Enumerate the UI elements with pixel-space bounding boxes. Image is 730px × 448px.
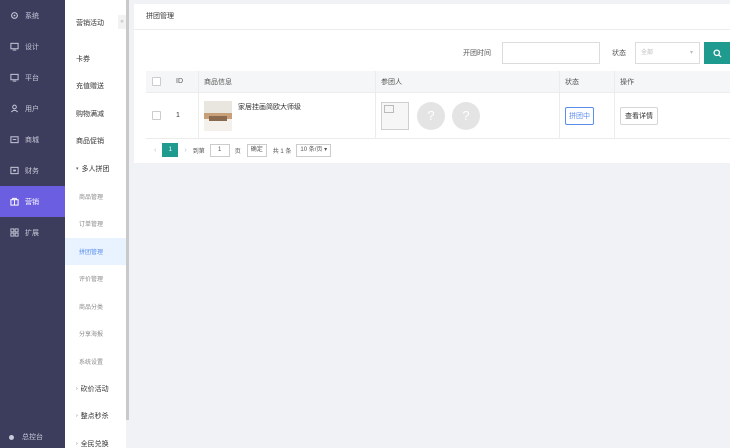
status-select[interactable]: 全部 ▾ (635, 42, 700, 64)
status-badge: 拼团中 (565, 106, 594, 125)
nav-item-system[interactable]: 系统 (0, 0, 65, 31)
select-all-checkbox[interactable] (151, 77, 161, 86)
page-title: 拼团管理 (134, 4, 730, 30)
avatar-placeholder-icon: ? (417, 101, 445, 130)
next-page-icon[interactable]: › (184, 147, 186, 154)
subnav-item-goods-category[interactable]: 商品分类 (65, 293, 126, 321)
avatar-placeholder-icon: ? (452, 101, 480, 130)
group-table: ID 商品信息 参团人 状态 操作 1 家居挂画简欧大师级 ? ? 拼团中 查看… (146, 71, 730, 161)
nav-label: 平台 (25, 74, 39, 82)
view-detail-button[interactable]: 查看详情 (620, 106, 658, 125)
chevron-down-icon: ▾ (324, 146, 328, 153)
filter-bar: 开团时间 状态 全部 ▾ (134, 42, 730, 64)
nav-item-user[interactable]: 用户 (0, 93, 65, 124)
dot-icon (9, 434, 14, 440)
marketing-icon (9, 197, 19, 207)
monitor-icon (9, 73, 19, 83)
table-header: ID 商品信息 参团人 状态 操作 (146, 71, 730, 93)
time-range-input[interactable] (502, 42, 600, 64)
subnav-item-flash-sale[interactable]: › 整点秒杀 (65, 403, 126, 431)
total-count: 共 1 条 (272, 148, 292, 155)
page-unit: 页 (234, 148, 241, 155)
nav-label: 用户 (25, 105, 39, 113)
gear-icon (9, 11, 19, 21)
main-sidebar: 系统 设计 平台 用户 商城 财务 营销 扩展 总控台 (0, 0, 65, 448)
console-label: 总控台 (22, 434, 43, 441)
goods-thumbnail[interactable] (204, 101, 232, 131)
nav-label: 设计 (25, 43, 39, 51)
subnav-item-recharge[interactable]: 充值赠送 (65, 73, 126, 101)
col-id: ID (176, 78, 183, 85)
nav-item-shop[interactable]: 商城 (0, 124, 65, 155)
avatar (381, 101, 409, 130)
collapse-icon[interactable]: « (118, 15, 126, 29)
prev-page-icon[interactable]: ‹ (154, 147, 156, 154)
subnav-item-settings[interactable]: 系统设置 (65, 348, 126, 376)
row-checkbox[interactable] (151, 111, 161, 120)
nav-item-design[interactable]: 设计 (0, 31, 65, 62)
shop-icon (9, 135, 19, 145)
subnav-item-group-manage[interactable]: 拼团管理 (65, 237, 126, 265)
user-icon (9, 104, 19, 114)
nav-item-extend[interactable]: 扩展 (0, 217, 65, 248)
nav-label: 营销 (25, 198, 39, 206)
nav-label: 财务 (25, 167, 39, 175)
nav-console-link[interactable]: 总控台 (0, 426, 65, 448)
chevron-right-icon: › (76, 413, 78, 420)
subnav-item-review-manage[interactable]: 评价管理 (65, 265, 126, 293)
time-label: 开团时间 (463, 50, 491, 57)
search-button[interactable] (704, 42, 730, 64)
nav-label: 系统 (25, 12, 39, 20)
search-icon (712, 48, 722, 58)
pagination: ‹ 1 › 到第 1 页 确定 共 1 条 10 条/页 ▾ (146, 139, 730, 161)
subnav-item-promotion[interactable]: 商品促销 (65, 128, 126, 156)
subnav-item-group-buy[interactable]: ▾ 多人拼团 (65, 155, 126, 183)
subnav-item-full-reduction[interactable]: 购物满减 (65, 100, 126, 128)
nav-label: 扩展 (25, 229, 39, 237)
subnav-title[interactable]: 营销活动 (65, 0, 126, 45)
monitor-icon (9, 42, 19, 52)
goto-confirm-button[interactable]: 确定 (246, 143, 267, 157)
nav-item-marketing[interactable]: 营销 (0, 186, 65, 217)
page-number-current[interactable]: 1 (162, 143, 179, 157)
chevron-right-icon: › (76, 385, 78, 392)
nav-item-finance[interactable]: 财务 (0, 155, 65, 186)
group-manage-card: 拼团管理 开团时间 状态 全部 ▾ ID 商品信息 参团人 状态 操作 1 家居… (134, 4, 730, 163)
goto-label: 到第 (192, 148, 205, 155)
goods-name: 家居挂画简欧大师级 (238, 104, 301, 111)
chevron-down-icon: ▾ (689, 50, 693, 56)
subnav-item-goods-manage[interactable]: 商品管理 (65, 183, 126, 211)
sub-sidebar: 营销活动 « 卡券 充值赠送 购物满减 商品促销 ▾ 多人拼团 商品管理 订单管理… (65, 0, 126, 448)
nav-item-platform[interactable]: 平台 (0, 62, 65, 93)
table-row: 1 家居挂画简欧大师级 ? ? 拼团中 查看详情 (146, 93, 730, 139)
main-content: 拼团管理 开团时间 状态 全部 ▾ ID 商品信息 参团人 状态 操作 1 家居… (131, 0, 730, 448)
col-members: 参团人 (375, 71, 559, 92)
subnav-scrollbar[interactable] (126, 0, 129, 420)
page-size-select[interactable]: 10 条/页 ▾ (296, 143, 332, 157)
subnav-item-exchange[interactable]: › 全民兑换 (65, 430, 126, 448)
chevron-down-icon: ▾ (76, 165, 79, 172)
col-status: 状态 (559, 71, 614, 92)
chevron-right-icon: › (76, 440, 78, 447)
grid-icon (9, 228, 19, 238)
subnav-item-bargain[interactable]: › 砍价活动 (65, 375, 126, 403)
col-goods: 商品信息 (198, 71, 375, 92)
nav-label: 商城 (25, 136, 39, 144)
col-ops: 操作 (614, 71, 730, 92)
wallet-icon (9, 166, 19, 176)
goto-page-input[interactable]: 1 (209, 143, 230, 157)
subnav-item-share-poster[interactable]: 分享海报 (65, 320, 126, 348)
status-label: 状态 (612, 50, 626, 57)
subnav-item-order-manage[interactable]: 订单管理 (65, 210, 126, 238)
subnav-item-coupon[interactable]: 卡券 (65, 45, 126, 73)
row-id: 1 (176, 112, 180, 119)
